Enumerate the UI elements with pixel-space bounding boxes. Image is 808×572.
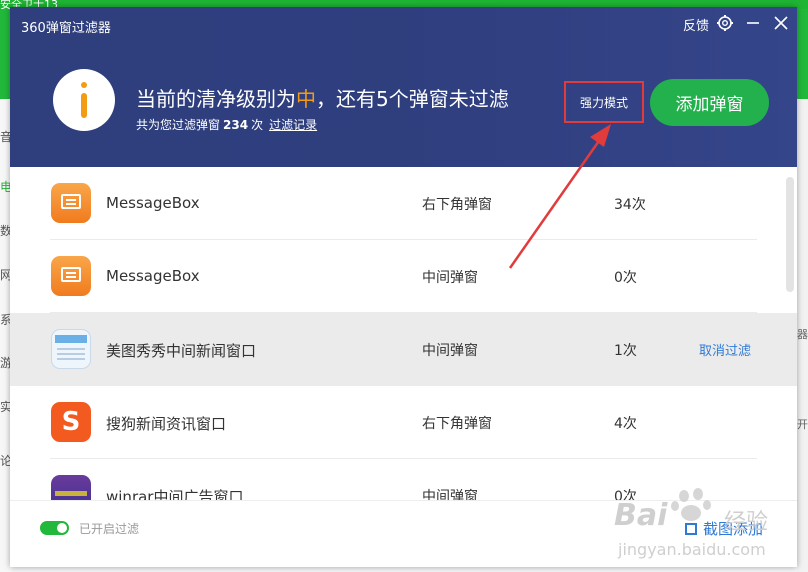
background-panel-char: 器 <box>797 328 808 341</box>
filter-summary: 共为您过滤弹窗 234 次过滤记录 <box>136 116 317 133</box>
summary-prefix: 共为您过滤弹窗 <box>136 118 221 132</box>
list-item[interactable]: 美图秀秀中间新闻窗口 中间弹窗 1次 取消过滤 <box>10 313 797 386</box>
screenshot-icon <box>685 523 697 535</box>
popup-position: 中间弹窗 <box>422 270 478 286</box>
dialog-title: 360弹窗过滤器 <box>21 21 111 36</box>
feedback-link[interactable]: 反馈 <box>683 15 709 34</box>
popup-name: 搜狗新闻资讯窗口 <box>106 415 227 433</box>
info-status-icon <box>53 69 115 131</box>
sogou-icon: S <box>51 402 91 442</box>
screenshot-add-button[interactable]: 截图添加 <box>685 518 763 539</box>
messagebox-icon <box>51 183 91 223</box>
popup-name: MessageBox <box>106 194 200 212</box>
popup-count: 1次 <box>614 343 637 359</box>
filter-toggle-label: 已开启过滤 <box>79 522 140 536</box>
clean-level-headline: 当前的清净级别为中，还有5个弹窗未过滤 <box>136 83 509 112</box>
popup-position: 中间弹窗 <box>422 343 478 359</box>
summary-unit: 次 <box>251 118 264 132</box>
minimize-icon[interactable] <box>743 13 763 33</box>
meitu-news-icon <box>51 329 91 369</box>
popup-count: 34次 <box>614 197 646 213</box>
popup-position: 右下角弹窗 <box>422 416 492 432</box>
winrar-icon <box>51 475 91 500</box>
popup-filter-dialog: 360弹窗过滤器 反馈 当前的清净级别为中，还有5个弹窗未过滤 共为您过滤弹窗 … <box>10 7 797 567</box>
settings-gear-icon[interactable] <box>715 13 735 33</box>
popup-name: MessageBox <box>106 267 200 285</box>
filtered-count: 234 <box>223 118 249 132</box>
background-panel-char: 开 <box>797 418 808 431</box>
list-item[interactable]: S 搜狗新闻资讯窗口 右下角弹窗 4次 <box>10 386 797 459</box>
list-item[interactable]: winrar中间广告窗口 中间弹窗 0次 <box>10 459 797 500</box>
list-item[interactable]: MessageBox 中间弹窗 0次 <box>10 240 797 313</box>
headline-suffix: ，还有5个弹窗未过滤 <box>316 87 509 111</box>
list-item[interactable]: MessageBox 右下角弹窗 34次 <box>10 167 797 240</box>
clean-level-value: 中 <box>296 87 316 111</box>
headline-prefix: 当前的清净级别为 <box>136 87 296 111</box>
popup-name: 美图秀秀中间新闻窗口 <box>106 342 257 360</box>
close-icon[interactable] <box>771 13 791 33</box>
popup-position: 中间弹窗 <box>422 489 478 500</box>
cancel-filter-link[interactable]: 取消过滤 <box>699 340 751 359</box>
messagebox-icon <box>51 256 91 296</box>
filter-history-link[interactable]: 过滤记录 <box>269 118 317 132</box>
popup-count: 4次 <box>614 416 637 432</box>
popup-position: 右下角弹窗 <box>422 197 492 213</box>
add-popup-button[interactable]: 添加弹窗 <box>650 79 769 126</box>
screenshot-add-label: 截图添加 <box>703 520 764 538</box>
popup-count: 0次 <box>614 489 637 500</box>
dialog-header: 360弹窗过滤器 反馈 当前的清净级别为中，还有5个弹窗未过滤 共为您过滤弹窗 … <box>10 7 797 167</box>
dialog-footer: 已开启过滤 截图添加 <box>10 500 797 567</box>
popup-list: MessageBox 右下角弹窗 34次 MessageBox 中间弹窗 0次 … <box>10 167 797 500</box>
filter-toggle[interactable] <box>40 521 69 535</box>
strong-mode-button[interactable]: 强力模式 <box>564 81 644 123</box>
list-scrollbar[interactable] <box>786 177 794 292</box>
popup-name: winrar中间广告窗口 <box>106 488 244 500</box>
popup-count: 0次 <box>614 270 637 286</box>
